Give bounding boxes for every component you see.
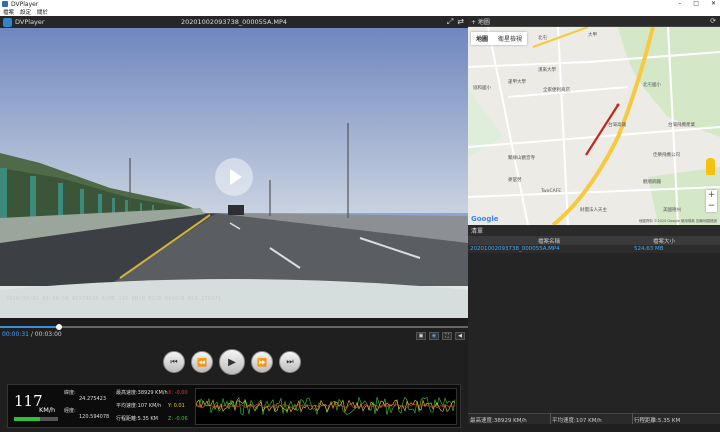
- previous-file-button[interactable]: ⏮: [163, 351, 185, 373]
- map-label: 大甲: [588, 33, 597, 38]
- menu-file[interactable]: 檔案: [3, 8, 14, 16]
- video-frame[interactable]: 2020/10/02 09:38:58 NEXTBASE A1HD 116 KM…: [0, 28, 468, 318]
- file-list-title: 清單: [471, 228, 484, 235]
- window-titlebar: DVPlayer – □ ✕: [0, 0, 720, 8]
- play-icon: [230, 169, 242, 185]
- zoom-in-button[interactable]: +: [706, 190, 717, 201]
- g-sensor-z: Z: -0.06: [168, 416, 188, 422]
- map-attribution[interactable]: 地圖資料 ©2020 Google 使用條款 回報地圖錯誤: [639, 219, 717, 224]
- map-label: 聚緣山觀音寺: [508, 156, 535, 161]
- g-sensor-x: X: -0.00: [168, 390, 188, 396]
- map-label: 北屯國小: [643, 83, 661, 88]
- status-bar: 最高速度:38929 KM/h 平均速度:107 KM/h 行程距離:5.35 …: [468, 413, 720, 424]
- status-avg-speed: 平均速度:107 KM/h: [552, 418, 602, 424]
- google-logo: Google: [471, 215, 499, 223]
- file-row-size: 524.63 MB: [634, 246, 664, 252]
- video-header: DVPlayer 20201002093738_000055A.MP4 ⤢ ⇄: [0, 16, 468, 28]
- fast-forward-button[interactable]: ⏩: [251, 351, 273, 373]
- fast-forward-icon: ⏩: [257, 357, 267, 367]
- latitude-label: 緯度:: [64, 390, 76, 396]
- file-list-columns: 檔案名稱 檔案大小: [468, 236, 720, 245]
- map-label: 財團法人天主: [580, 208, 607, 213]
- volume-icon[interactable]: ◀: [455, 332, 465, 340]
- swap-icon[interactable]: ⇄: [457, 17, 464, 27]
- latitude-value: 24.275423: [79, 396, 107, 402]
- snapshot-icon[interactable]: ▣: [416, 332, 426, 340]
- next-file-button[interactable]: ⏭: [279, 351, 301, 373]
- map-label: 台灣飛機產業: [668, 123, 695, 128]
- time-display: 00:00:31 / 00:03:00: [2, 331, 62, 338]
- video-app-name: DVPlayer: [15, 18, 45, 26]
- speed-level-bar: [14, 417, 58, 421]
- play-icon: ▶: [228, 356, 236, 368]
- g-sensor-values: X: -0.00 Y: 0.01 Z: -0.06: [168, 387, 188, 426]
- menu-bar: 檔案 設定 關於: [0, 8, 720, 16]
- g-sensor-y: Y: 0.01: [168, 403, 185, 409]
- map-panel-title[interactable]: + 地圖: [471, 17, 490, 26]
- sync-icon[interactable]: ◉: [429, 332, 439, 340]
- g-sensor-graph: [195, 388, 457, 425]
- close-button[interactable]: ✕: [711, 0, 716, 8]
- app-logo-icon: [2, 1, 8, 7]
- current-time: 00:00:31: [2, 331, 29, 338]
- zoom-controls: + −: [706, 190, 717, 212]
- speed-unit: KM/h: [39, 406, 56, 414]
- map-label: 逢甲大學: [508, 80, 526, 85]
- menu-about[interactable]: 關於: [37, 8, 48, 16]
- map-label: 北屯: [538, 36, 547, 41]
- column-file-size[interactable]: 檔案大小: [653, 237, 675, 245]
- gps-coordinates: 緯度: 24.275423 經度: 120.594078: [64, 389, 112, 425]
- status-max-speed: 最高速度:38929 KM/h: [470, 418, 527, 424]
- column-file-name[interactable]: 檔案名稱: [538, 237, 560, 245]
- map-label: 協和國小: [473, 86, 491, 91]
- map-label: 觀順鋼鐵: [643, 180, 661, 185]
- map-label: 台灣高鐵: [608, 123, 626, 128]
- map-type-toggle: 地圖 衛星檢視: [471, 32, 528, 45]
- map-label: 麥當勞: [508, 178, 522, 183]
- video-overlay-text: 2020/10/02 09:38:58 NEXTBASE A1HD 116 KM…: [6, 296, 222, 302]
- seek-knob[interactable]: [55, 324, 62, 330]
- g-sensor-trace: [195, 396, 456, 416]
- map-tab[interactable]: 地圖: [471, 32, 493, 45]
- play-button[interactable]: ▶: [219, 349, 245, 375]
- fullscreen-toggle-icon[interactable]: ⛶: [442, 332, 452, 340]
- minimize-button[interactable]: –: [678, 0, 681, 8]
- rewind-button[interactable]: ⏪: [191, 351, 213, 373]
- file-list-header: 清單: [468, 225, 720, 236]
- window-title: DVPlayer: [11, 0, 39, 8]
- fullscreen-icon[interactable]: ⤢: [447, 17, 453, 27]
- file-list-body: [468, 253, 720, 413]
- file-row-name: 20201002093738_000055A.MP4: [470, 246, 560, 252]
- seek-bar-fill: [0, 326, 59, 328]
- status-distance: 行程距離:5.35 KM: [634, 418, 681, 424]
- longitude-label: 經度:: [64, 408, 76, 414]
- map-view[interactable]: 地圖 衛星檢視 北屯 逢甲大學 漢來大學 全家便利商店 台灣高鐵 聚緣山觀音寺 …: [468, 27, 720, 225]
- dvplayer-icon: [3, 17, 12, 27]
- telemetry-dashboard: 117 KM/h 緯度: 24.275423 經度: 120.594078 最高…: [7, 384, 461, 428]
- satellite-tab[interactable]: 衛星檢視: [493, 32, 527, 45]
- center-play-button[interactable]: [215, 158, 253, 196]
- skip-forward-icon: ⏭: [286, 357, 294, 366]
- speedometer: 117 KM/h: [10, 387, 62, 425]
- rewind-icon: ⏪: [197, 357, 207, 367]
- file-row[interactable]: 20201002093738_000055A.MP4 524.63 MB: [468, 245, 720, 253]
- street-view-pegman-icon[interactable]: [706, 158, 715, 175]
- zoom-out-button[interactable]: −: [706, 201, 717, 212]
- skip-back-icon: ⏮: [170, 357, 178, 366]
- view-controls: ▣ ◉ ⛶ ◀: [416, 332, 465, 340]
- map-label: TwoCAFE: [541, 189, 562, 194]
- transport-controls: ⏮ ⏪ ▶ ⏩ ⏭: [163, 349, 301, 375]
- video-file-name: 20201002093738_000055A.MP4: [180, 18, 288, 26]
- seek-bar[interactable]: [0, 318, 468, 330]
- map-label: 漢來大學: [538, 68, 556, 73]
- refresh-icon[interactable]: ⟳: [710, 17, 716, 25]
- map-label: 佳樂飛機公司: [653, 153, 680, 158]
- maximize-button[interactable]: □: [693, 0, 699, 8]
- map-label: 美國德州: [663, 208, 681, 213]
- map-panel-header: + 地圖 ⟳: [468, 16, 720, 27]
- map-label: 全家便利商店: [543, 88, 570, 93]
- total-time: 00:03:00: [34, 331, 62, 338]
- longitude-value: 120.594078: [79, 414, 110, 420]
- menu-settings[interactable]: 設定: [20, 8, 31, 16]
